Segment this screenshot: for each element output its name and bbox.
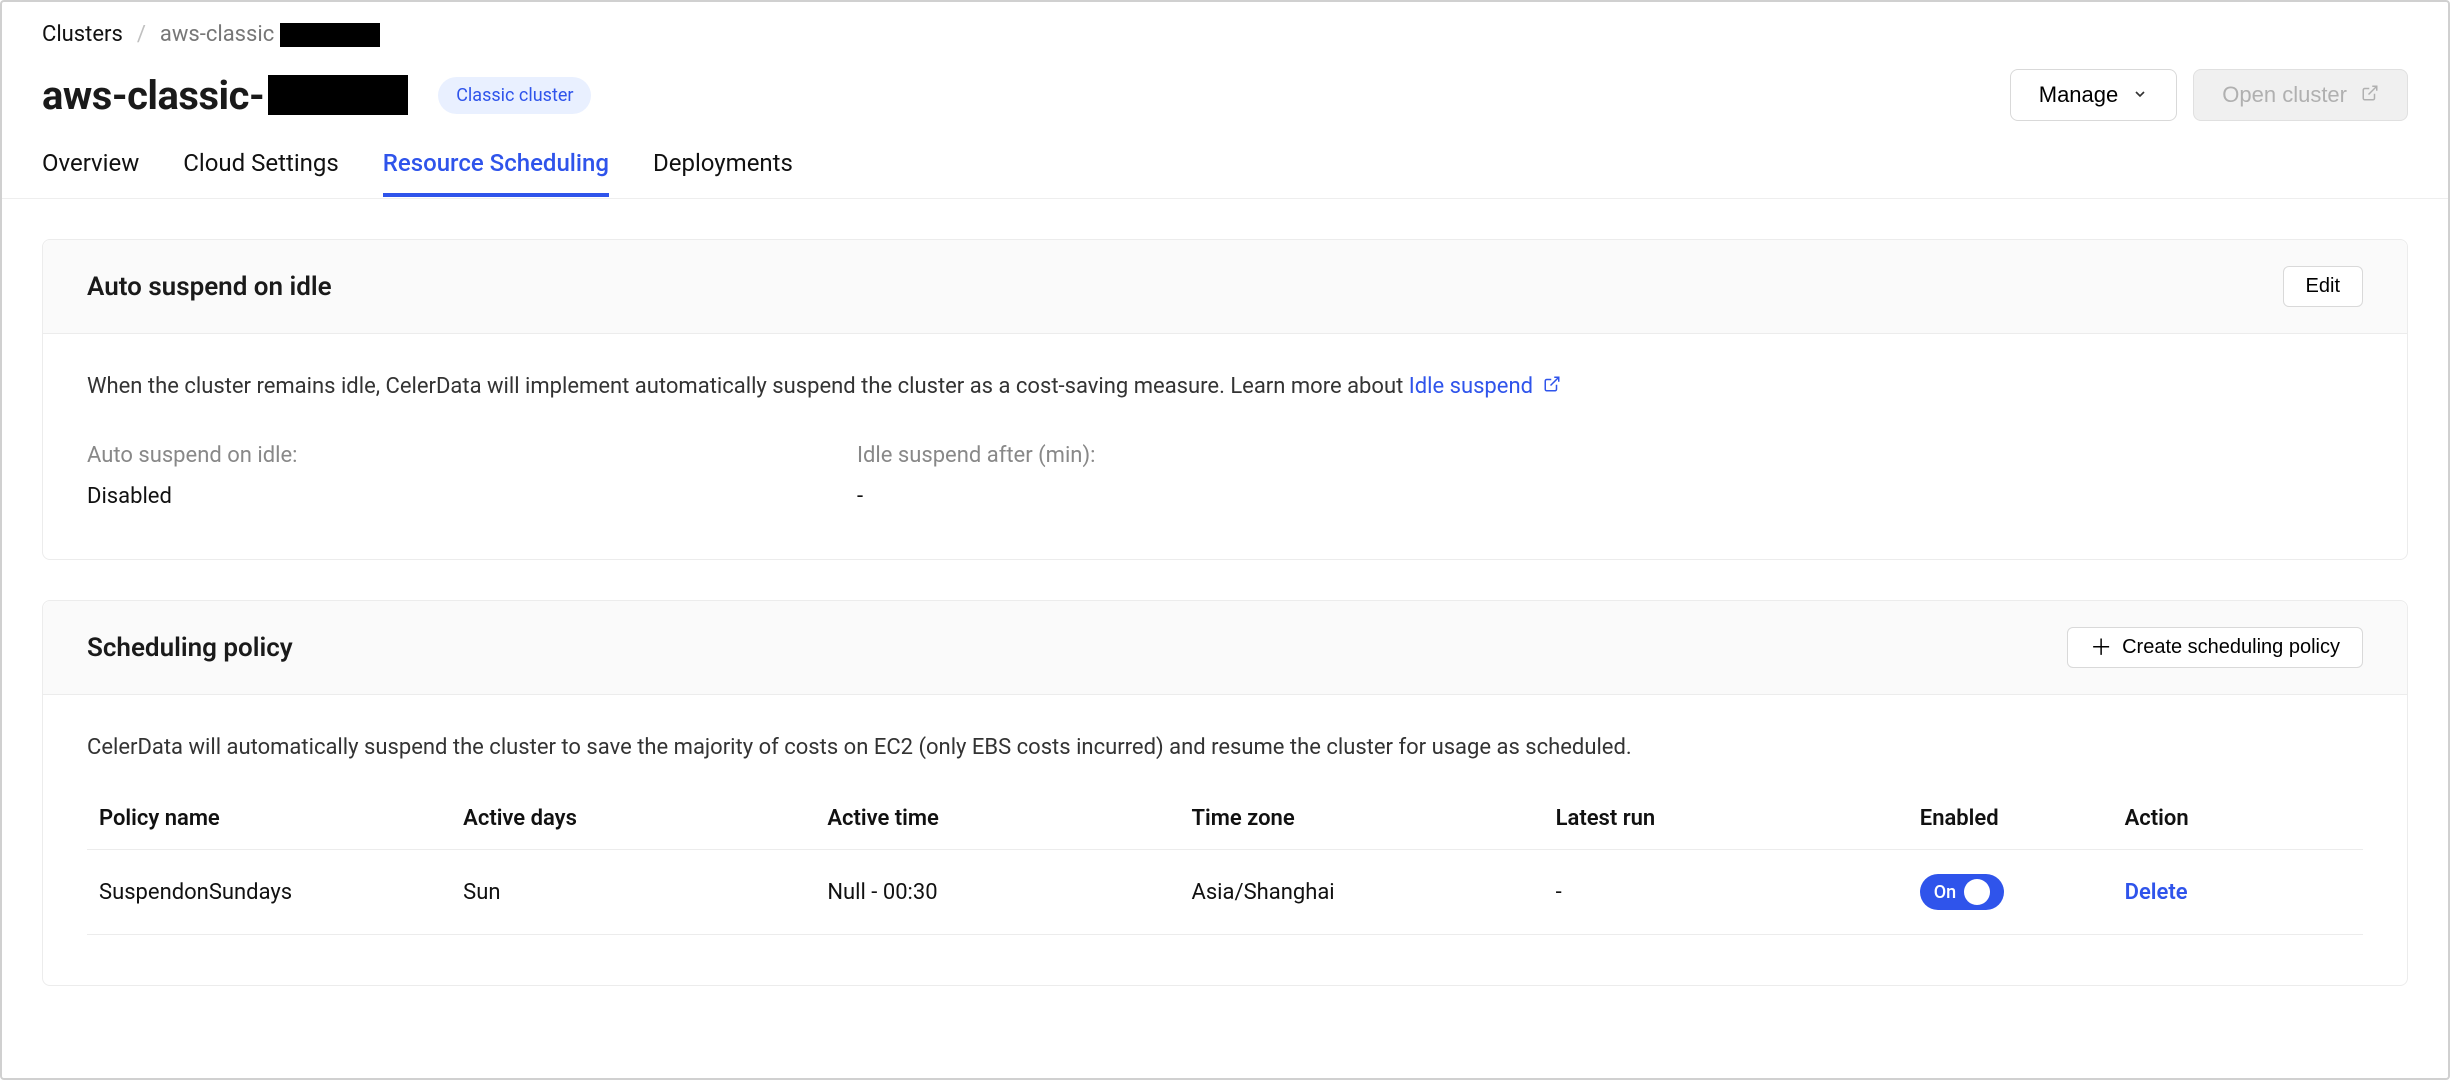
enabled-toggle[interactable]: On bbox=[1920, 874, 2004, 910]
tab-deployments[interactable]: Deployments bbox=[653, 149, 793, 197]
tab-cloud-settings[interactable]: Cloud Settings bbox=[183, 149, 339, 197]
idle-suspend-link[interactable]: Idle suspend bbox=[1409, 374, 1561, 399]
auto-suspend-desc-text: When the cluster remains idle, CelerData… bbox=[87, 374, 1409, 399]
breadcrumb: Clusters / aws-classic bbox=[42, 22, 2408, 47]
toggle-label: On bbox=[1934, 882, 1956, 903]
breadcrumb-separator: / bbox=[137, 22, 146, 47]
open-cluster-label: Open cluster bbox=[2222, 82, 2347, 108]
scheduling-table: Policy name Active days Active time Time… bbox=[87, 788, 2363, 935]
manage-button[interactable]: Manage bbox=[2010, 69, 2178, 121]
chevron-down-icon bbox=[2132, 82, 2148, 108]
manage-button-label: Manage bbox=[2039, 82, 2119, 108]
cell-active-days: Sun bbox=[451, 850, 815, 935]
cell-active-time: Null - 00:30 bbox=[815, 850, 1179, 935]
plus-icon: ＋ bbox=[2090, 637, 2112, 659]
breadcrumb-current-text: aws-classic bbox=[160, 22, 274, 47]
external-link-icon bbox=[2361, 82, 2379, 108]
edit-button[interactable]: Edit bbox=[2283, 266, 2363, 307]
col-enabled: Enabled bbox=[1908, 788, 2113, 850]
delete-link[interactable]: Delete bbox=[2125, 880, 2188, 905]
redacted-text bbox=[268, 75, 408, 115]
idle-suspend-link-text: Idle suspend bbox=[1409, 374, 1533, 399]
auto-suspend-card: Auto suspend on idle Edit When the clust… bbox=[42, 239, 2408, 560]
cell-latest-run: - bbox=[1544, 850, 1908, 935]
auto-suspend-value: Disabled bbox=[87, 484, 857, 509]
breadcrumb-root[interactable]: Clusters bbox=[42, 22, 123, 47]
cell-time-zone: Asia/Shanghai bbox=[1179, 850, 1543, 935]
col-active-time: Active time bbox=[815, 788, 1179, 850]
open-cluster-button: Open cluster bbox=[2193, 69, 2408, 121]
col-active-days: Active days bbox=[451, 788, 815, 850]
col-policy-name: Policy name bbox=[87, 788, 451, 850]
page-title-text: aws-classic- bbox=[42, 72, 264, 119]
redacted-text bbox=[280, 23, 380, 47]
tab-resource-scheduling[interactable]: Resource Scheduling bbox=[383, 149, 609, 197]
col-action: Action bbox=[2113, 788, 2363, 850]
cell-policy-name: SuspendonSundays bbox=[87, 850, 451, 935]
tab-overview[interactable]: Overview bbox=[42, 149, 139, 197]
scheduling-policy-title: Scheduling policy bbox=[87, 633, 293, 663]
scheduling-description: CelerData will automatically suspend the… bbox=[87, 735, 2363, 760]
cluster-type-badge: Classic cluster bbox=[438, 77, 591, 114]
toggle-knob bbox=[1964, 879, 1990, 905]
create-scheduling-policy-button[interactable]: ＋ Create scheduling policy bbox=[2067, 627, 2363, 668]
idle-suspend-after-value: - bbox=[857, 484, 1627, 509]
col-time-zone: Time zone bbox=[1179, 788, 1543, 850]
table-row: SuspendonSundays Sun Null - 00:30 Asia/S… bbox=[87, 850, 2363, 935]
breadcrumb-current: aws-classic bbox=[160, 22, 380, 47]
auto-suspend-title: Auto suspend on idle bbox=[87, 272, 332, 302]
external-link-icon bbox=[1543, 374, 1561, 399]
tabs: Overview Cloud Settings Resource Schedul… bbox=[42, 149, 2408, 198]
idle-suspend-after-label: Idle suspend after (min): bbox=[857, 443, 1627, 468]
auto-suspend-label: Auto suspend on idle: bbox=[87, 443, 857, 468]
scheduling-policy-card: Scheduling policy ＋ Create scheduling po… bbox=[42, 600, 2408, 986]
page-title: aws-classic- bbox=[42, 72, 408, 119]
create-policy-label: Create scheduling policy bbox=[2122, 636, 2340, 659]
auto-suspend-description: When the cluster remains idle, CelerData… bbox=[87, 374, 2363, 399]
col-latest-run: Latest run bbox=[1544, 788, 1908, 850]
